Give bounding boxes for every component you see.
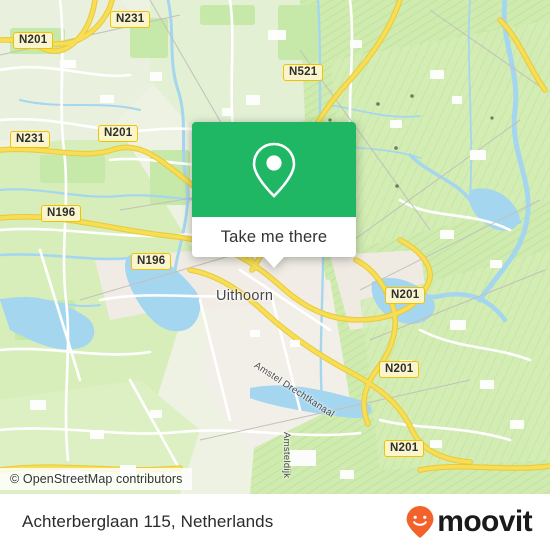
destination-popup-card[interactable]: Take me there xyxy=(192,122,356,268)
popup-icon-area xyxy=(192,122,356,217)
road-shield-n231-west[interactable]: N231 xyxy=(10,131,51,148)
road-shield-n196-west[interactable]: N196 xyxy=(41,205,82,222)
road-shield-n201-northwest[interactable]: N201 xyxy=(13,32,54,49)
road-label-amsteldijk: Amsteldijk xyxy=(281,432,292,479)
moovit-pin-icon xyxy=(406,506,434,538)
address-label: Achterberglaan 115, Netherlands xyxy=(22,512,274,531)
moovit-wordmark: moovit xyxy=(437,505,532,538)
popup-pointer-tail xyxy=(264,257,284,268)
map-canvas[interactable]: Uithoorn Amstel Drechtkanaal Amsteldijk … xyxy=(0,0,550,494)
osm-attribution[interactable]: © OpenStreetMap contributors xyxy=(0,468,192,490)
osm-attribution-text: © OpenStreetMap contributors xyxy=(10,472,183,486)
road-shield-n201-southeast[interactable]: N201 xyxy=(379,361,420,378)
road-shield-n231-north[interactable]: N231 xyxy=(110,11,151,28)
road-shield-n201-east[interactable]: N201 xyxy=(385,287,426,304)
map-pin-icon xyxy=(252,142,296,198)
road-shield-n201-south[interactable]: N201 xyxy=(384,440,425,457)
take-me-there-button[interactable]: Take me there xyxy=(192,217,356,257)
moovit-map-screenshot: Uithoorn Amstel Drechtkanaal Amsteldijk … xyxy=(0,0,550,550)
road-shield-n196-center[interactable]: N196 xyxy=(131,253,172,270)
take-me-there-label: Take me there xyxy=(220,227,328,246)
footer-bar: Achterberglaan 115, Netherlands moovit xyxy=(0,494,550,550)
place-label-uithoorn: Uithoorn xyxy=(216,288,274,304)
road-shield-n201-center[interactable]: N201 xyxy=(98,125,139,142)
road-shield-n521[interactable]: N521 xyxy=(283,64,324,81)
moovit-logo[interactable]: moovit xyxy=(405,505,533,539)
